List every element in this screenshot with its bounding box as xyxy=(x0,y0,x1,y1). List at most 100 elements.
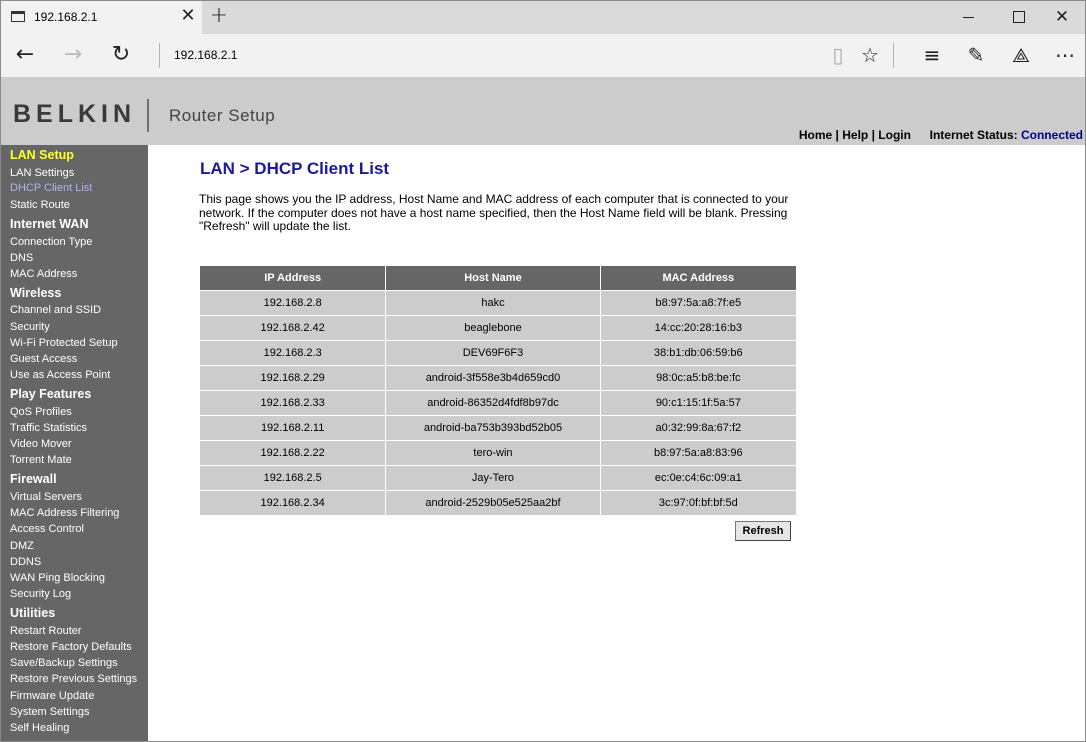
sidebar-item-system-settings[interactable]: System Settings xyxy=(10,706,89,718)
sidebar-item-firmware-update[interactable]: Firmware Update xyxy=(10,690,94,702)
sidebar-item-connection-type[interactable]: Connection Type xyxy=(10,236,92,248)
more-icon[interactable]: ⋯ xyxy=(1050,40,1080,70)
sidebar-item-lan-settings[interactable]: LAN Settings xyxy=(10,167,74,179)
table-row: 192.168.2.29 android-3f558e3b4d659cd0 98… xyxy=(200,366,796,390)
web-note-icon[interactable]: ✎ xyxy=(961,40,991,70)
sidebar-item-ddns[interactable]: DDNS xyxy=(10,556,41,568)
table-row: 192.168.2.22 tero-win b8:97:5a:a8:83:96 xyxy=(200,441,796,465)
router-setup-title: Router Setup xyxy=(169,106,276,125)
router-page: BELKIN Router Setup Home | Help | Login … xyxy=(1,77,1085,741)
mac-cell: 38:b1:db:06:59:b6 xyxy=(600,341,796,365)
host-cell: tero-win xyxy=(386,441,600,465)
window-close-icon[interactable]: ✕ xyxy=(1039,1,1085,34)
host-cell: android-86352d4fdf8b97dc xyxy=(386,391,600,415)
browser-window: 192.168.2.1 ✕ + ✕ ← → ↻ 192.168.2.1 ▯ ☆ … xyxy=(0,0,1086,742)
ip-cell: 192.168.2.33 xyxy=(200,391,386,415)
mac-cell: b8:97:5a:a8:7f:e5 xyxy=(600,291,796,315)
sidebar-item-restore-previous[interactable]: Restore Previous Settings xyxy=(10,673,137,685)
page-header: BELKIN Router Setup Home | Help | Login … xyxy=(1,77,1085,145)
mac-cell: 98:0c:a5:b8:be:fc xyxy=(600,366,796,390)
host-cell: android-3f558e3b4d659cd0 xyxy=(386,366,600,390)
table-row: 192.168.2.3 DEV69F6F3 38:b1:db:06:59:b6 xyxy=(200,341,796,365)
table-row: 192.168.2.11 android-ba753b393bd52b05 a0… xyxy=(200,416,796,440)
sidebar-item-security-log[interactable]: Security Log xyxy=(10,588,71,600)
sidebar-item-qos[interactable]: QoS Profiles xyxy=(10,406,72,418)
sidebar-item-security[interactable]: Security xyxy=(10,321,50,333)
divider xyxy=(159,43,160,68)
sidebar-heading-lan-setup: LAN Setup xyxy=(10,148,74,162)
minimize-icon[interactable] xyxy=(946,1,992,34)
sidebar-item-dmz[interactable]: DMZ xyxy=(10,540,34,552)
internet-status-value: Connected xyxy=(1020,128,1083,142)
sidebar-heading-play-features: Play Features xyxy=(10,387,92,401)
page-icon xyxy=(11,11,25,22)
browser-tab[interactable]: 192.168.2.1 ✕ xyxy=(1,1,202,34)
sidebar-item-access-point[interactable]: Use as Access Point xyxy=(10,369,110,381)
close-tab-icon[interactable]: ✕ xyxy=(179,6,197,26)
sidebar-item-guest-access[interactable]: Guest Access xyxy=(10,353,77,365)
refresh-button[interactable]: Refresh xyxy=(735,521,791,541)
mac-cell: b8:97:5a:a8:83:96 xyxy=(600,441,796,465)
column-header-ip: IP Address xyxy=(200,266,386,290)
sidebar-item-save-backup[interactable]: Save/Backup Settings xyxy=(10,657,118,669)
ip-cell: 192.168.2.3 xyxy=(200,341,386,365)
sidebar-item-restart-router[interactable]: Restart Router xyxy=(10,625,82,637)
ip-cell: 192.168.2.8 xyxy=(200,291,386,315)
mac-cell: a0:32:99:8a:67:f2 xyxy=(600,416,796,440)
sidebar-heading-wireless: Wireless xyxy=(10,286,62,300)
tab-bar: 192.168.2.1 ✕ + ✕ xyxy=(1,1,1085,34)
sidebar-heading-internet-wan: Internet WAN xyxy=(10,217,89,231)
table-row: 192.168.2.42 beaglebone 14:cc:20:28:16:b… xyxy=(200,316,796,340)
favorite-star-icon[interactable]: ☆ xyxy=(855,40,885,70)
sidebar-item-virtual-servers[interactable]: Virtual Servers xyxy=(10,491,82,503)
reading-view-icon[interactable]: ▯ xyxy=(823,40,853,70)
sidebar-heading-firewall: Firewall xyxy=(10,472,57,486)
host-cell: hakc xyxy=(386,291,600,315)
login-link[interactable]: Login xyxy=(878,128,911,142)
ip-cell: 192.168.2.42 xyxy=(200,316,386,340)
dhcp-client-table: IP Address Host Name MAC Address 192.168… xyxy=(199,265,797,516)
ip-cell: 192.168.2.34 xyxy=(200,491,386,515)
mac-cell: ec:0e:c4:6c:09:a1 xyxy=(600,466,796,490)
page-title: LAN > DHCP Client List xyxy=(200,159,390,178)
host-cell: Jay-Tero xyxy=(386,466,600,490)
sidebar-item-self-healing[interactable]: Self Healing xyxy=(10,722,69,734)
sidebar-item-video-mover[interactable]: Video Mover xyxy=(10,438,72,450)
table-row: 192.168.2.5 Jay-Tero ec:0e:c4:6c:09:a1 xyxy=(200,466,796,490)
ip-cell: 192.168.2.29 xyxy=(200,366,386,390)
sidebar-item-mac-address[interactable]: MAC Address xyxy=(10,268,77,280)
maximize-icon[interactable] xyxy=(995,1,1041,34)
host-cell: beaglebone xyxy=(386,316,600,340)
sidebar-item-wps[interactable]: Wi-Fi Protected Setup xyxy=(10,337,118,349)
divider xyxy=(893,43,894,68)
dhcp-client-table-wrapper: IP Address Host Name MAC Address 192.168… xyxy=(199,265,797,516)
sidebar-item-dns[interactable]: DNS xyxy=(10,252,33,264)
forward-icon[interactable]: → xyxy=(58,40,88,70)
address-bar[interactable]: 192.168.2.1 xyxy=(174,48,237,62)
internet-status-label: Internet Status: xyxy=(929,128,1018,142)
sidebar-item-mac-filtering[interactable]: MAC Address Filtering xyxy=(10,507,119,519)
new-tab-icon[interactable]: + xyxy=(207,5,231,29)
tab-title: 192.168.2.1 xyxy=(34,10,98,24)
column-header-host: Host Name xyxy=(386,266,600,290)
main-content: LAN > DHCP Client List This page shows y… xyxy=(148,145,1085,741)
home-link[interactable]: Home xyxy=(799,128,832,142)
sidebar-item-wan-ping-blocking[interactable]: WAN Ping Blocking xyxy=(10,572,105,584)
sidebar-item-traffic-statistics[interactable]: Traffic Statistics xyxy=(10,422,87,434)
refresh-icon[interactable]: ↻ xyxy=(106,40,136,70)
sidebar-item-torrent-mate[interactable]: Torrent Mate xyxy=(10,454,72,466)
ip-cell: 192.168.2.5 xyxy=(200,466,386,490)
help-link[interactable]: Help xyxy=(842,128,868,142)
mac-cell: 90:c1:15:1f:5a:57 xyxy=(600,391,796,415)
sidebar-item-access-control[interactable]: Access Control xyxy=(10,523,84,535)
sidebar-menu: LAN Setup LAN Settings DHCP Client List … xyxy=(1,145,148,741)
sidebar-item-channel-ssid[interactable]: Channel and SSID xyxy=(10,304,101,316)
share-icon[interactable]: ⟁ xyxy=(1006,40,1036,70)
hub-icon[interactable]: ≡ xyxy=(917,40,947,70)
ip-cell: 192.168.2.11 xyxy=(200,416,386,440)
sidebar-item-static-route[interactable]: Static Route xyxy=(10,199,70,211)
mac-cell: 3c:97:0f:bf:bf:5d xyxy=(600,491,796,515)
sidebar-item-restore-defaults[interactable]: Restore Factory Defaults xyxy=(10,641,132,653)
back-icon[interactable]: ← xyxy=(10,40,40,70)
sidebar-item-dhcp-client-list[interactable]: DHCP Client List xyxy=(10,182,92,194)
